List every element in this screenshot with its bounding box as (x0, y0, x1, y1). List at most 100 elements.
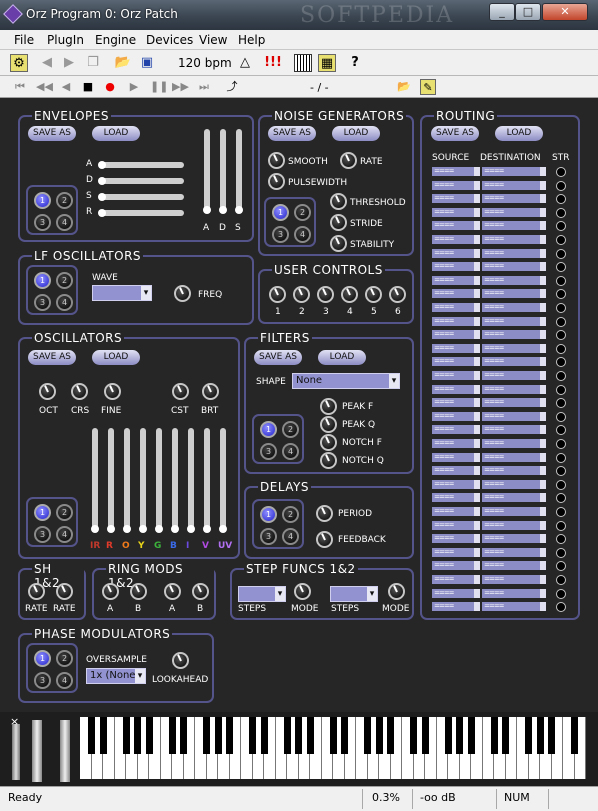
black-key[interactable] (283, 717, 291, 754)
routing-strength-knob[interactable] (556, 371, 566, 381)
routing-strength-knob[interactable] (556, 588, 566, 599)
osc-select-2[interactable]: 2 (56, 504, 73, 521)
black-key[interactable] (525, 717, 532, 754)
phase-lookahead-knob[interactable] (172, 652, 189, 669)
noise-rate-knob[interactable] (340, 152, 357, 169)
filters-select-3[interactable]: 3 (260, 443, 277, 460)
filters-peak-f-knob[interactable] (320, 398, 337, 415)
envelope-select-1[interactable]: 1 (34, 192, 51, 209)
routing-source-dropdown[interactable]: ==== (432, 561, 480, 571)
delays-select-2[interactable]: 2 (282, 506, 299, 523)
routing-destination-dropdown[interactable]: ==== (482, 479, 546, 489)
metronome-icon[interactable]: △ (236, 54, 254, 72)
env-slider-r[interactable] (98, 209, 184, 217)
routing-destination-dropdown[interactable]: ==== (482, 235, 546, 244)
routing-source-dropdown[interactable]: ==== (432, 343, 480, 353)
user-knob-3[interactable] (317, 286, 334, 303)
black-key[interactable] (375, 717, 383, 754)
routing-destination-dropdown[interactable]: ==== (482, 343, 546, 353)
routing-strength-knob[interactable] (556, 547, 566, 558)
routing-source-dropdown[interactable]: ==== (432, 303, 480, 312)
routing-source-dropdown[interactable]: ==== (432, 520, 480, 530)
noise-save-as-button[interactable]: SAVE AS (268, 126, 316, 141)
routing-source-dropdown[interactable]: ==== (432, 289, 480, 299)
lfo-select-4[interactable]: 4 (56, 294, 73, 311)
routing-source-dropdown[interactable]: ==== (432, 316, 480, 326)
step-mode-knob-2[interactable] (388, 583, 405, 600)
lfo-freq-knob[interactable] (174, 285, 191, 302)
osc-slider-i[interactable] (187, 428, 195, 533)
copy-icon[interactable]: ❐ (84, 54, 102, 72)
routing-destination-dropdown[interactable]: ==== (482, 411, 546, 421)
delays-select-4[interactable]: 4 (282, 528, 299, 545)
routing-strength-knob[interactable] (556, 561, 566, 572)
routing-strength-knob[interactable] (556, 602, 566, 613)
delays-feedback-knob[interactable] (316, 531, 333, 548)
filters-save-as-button[interactable]: SAVE AS (254, 350, 302, 365)
user-knob-2[interactable] (293, 286, 310, 303)
title-bar[interactable]: Orz Program 0: Orz Patch SOFTPEDIA _ □ ✕ (0, 0, 598, 30)
menu-devices[interactable]: Devices (146, 33, 193, 47)
noise-select-4[interactable]: 4 (294, 226, 311, 243)
routing-strength-knob[interactable] (556, 343, 566, 354)
editor-icon[interactable]: ▦ (318, 54, 336, 72)
filters-select-2[interactable]: 2 (282, 421, 299, 438)
black-key[interactable] (260, 717, 268, 754)
routing-destination-dropdown[interactable]: ==== (482, 303, 546, 312)
osc-slider-o[interactable] (123, 428, 131, 533)
delays-select-3[interactable]: 3 (260, 528, 277, 545)
lfo-select-2[interactable]: 2 (56, 272, 73, 289)
routing-destination-dropdown[interactable]: ==== (482, 330, 546, 340)
routing-source-dropdown[interactable]: ==== (432, 371, 480, 380)
routing-destination-dropdown[interactable]: ==== (482, 547, 546, 557)
help-icon[interactable]: ? (346, 54, 364, 72)
routing-destination-dropdown[interactable]: ==== (482, 602, 546, 612)
osc-select-4[interactable]: 4 (56, 526, 73, 543)
black-key[interactable] (180, 717, 187, 754)
noise-select-1[interactable]: 1 (272, 204, 289, 221)
bpm-display[interactable]: 120 bpm (178, 56, 232, 70)
black-key[interactable] (467, 717, 475, 754)
routing-source-dropdown[interactable]: ==== (432, 466, 480, 476)
osc-slider-uv[interactable] (219, 428, 227, 533)
ring-b-knob-2[interactable] (192, 583, 209, 600)
filters-peak-q-knob[interactable] (320, 416, 337, 433)
black-key[interactable] (226, 717, 233, 754)
fast-forward-icon[interactable]: ▶▶ (172, 79, 189, 95)
routing-destination-dropdown[interactable]: ==== (482, 221, 546, 231)
stop-icon[interactable]: ■ (80, 79, 96, 95)
env-slider-s[interactable] (98, 193, 184, 201)
routing-source-dropdown[interactable]: ==== (432, 275, 480, 285)
noise-select-3[interactable]: 3 (272, 226, 289, 243)
osc-slider-g[interactable] (155, 428, 163, 533)
back-arrow-icon[interactable]: ◀ (38, 54, 56, 72)
black-key[interactable] (122, 717, 130, 754)
routing-strength-knob[interactable] (556, 507, 566, 517)
routing-source-dropdown[interactable]: ==== (432, 357, 480, 367)
routing-destination-dropdown[interactable]: ==== (482, 398, 546, 408)
phase-select-3[interactable]: 3 (34, 672, 51, 689)
routing-source-dropdown[interactable]: ==== (432, 602, 480, 612)
routing-strength-knob[interactable] (556, 452, 566, 463)
routing-destination-dropdown[interactable]: ==== (482, 384, 546, 394)
play-icon[interactable]: ▶ (126, 79, 142, 95)
routing-source-dropdown[interactable]: ==== (432, 330, 480, 340)
black-key[interactable] (295, 717, 302, 754)
routing-destination-dropdown[interactable]: ==== (482, 289, 546, 299)
routing-load-button[interactable]: LOAD (495, 126, 543, 141)
black-key[interactable] (88, 717, 95, 754)
user-knob-5[interactable] (365, 286, 382, 303)
routing-strength-knob[interactable] (556, 248, 566, 259)
routing-source-dropdown[interactable]: ==== (432, 194, 480, 204)
routing-strength-knob[interactable] (556, 575, 566, 585)
menu-file[interactable]: File (14, 33, 34, 47)
pause-icon[interactable]: ❚❚ (150, 79, 168, 95)
noise-smooth-knob[interactable] (268, 152, 285, 169)
routing-strength-knob[interactable] (556, 534, 566, 545)
mod-wheel[interactable] (32, 720, 42, 782)
ring-a-knob-2[interactable] (164, 583, 181, 600)
routing-destination-dropdown[interactable]: ==== (482, 588, 546, 598)
routing-strength-knob[interactable] (556, 194, 566, 205)
step-steps-dropdown-1[interactable] (238, 586, 286, 602)
routing-strength-knob[interactable] (556, 466, 566, 477)
